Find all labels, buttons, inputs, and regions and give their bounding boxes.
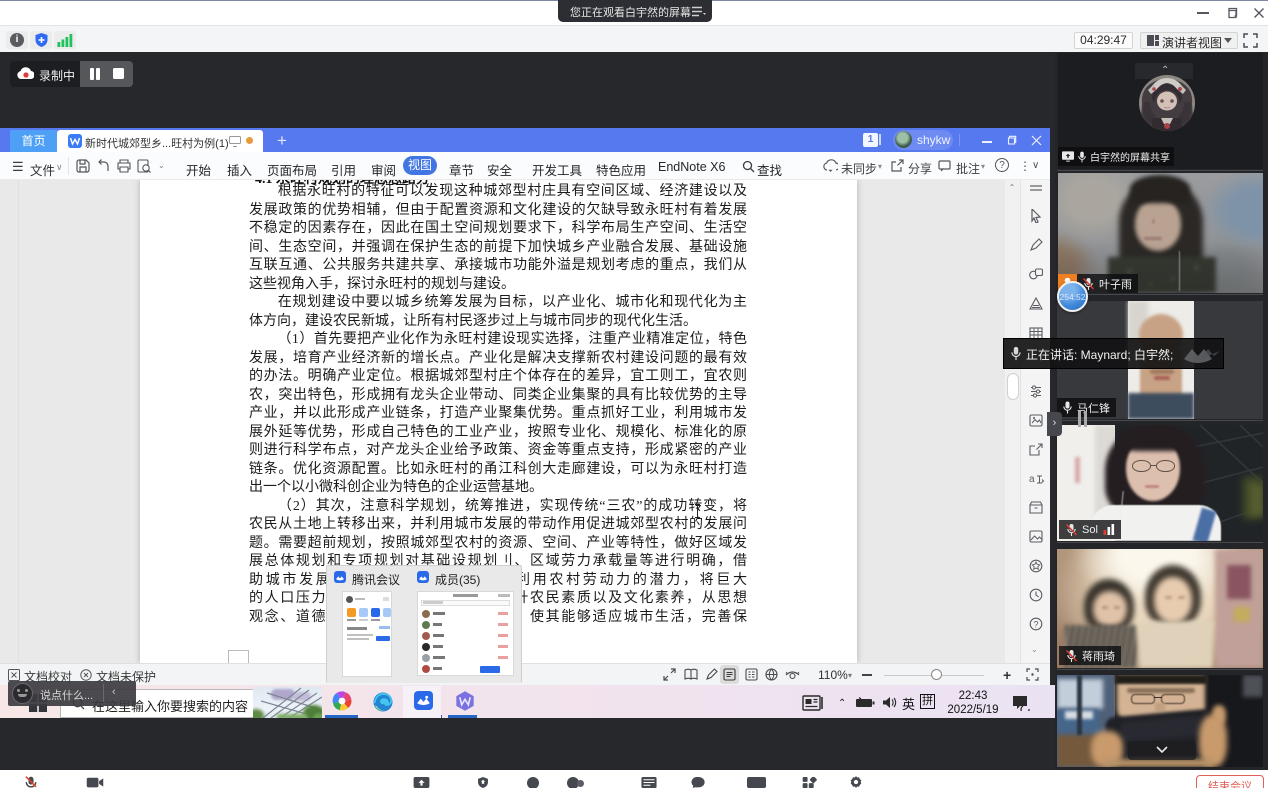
svg-text:?: ? bbox=[1034, 620, 1039, 630]
svg-text:a: a bbox=[1029, 474, 1035, 485]
